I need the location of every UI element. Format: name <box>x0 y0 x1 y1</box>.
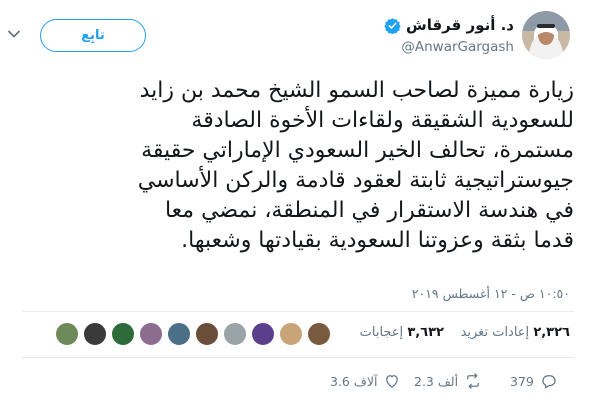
reply-icon <box>542 375 556 389</box>
liker-avatar[interactable] <box>55 322 79 346</box>
retweets-count: ٢,٣٢٦ <box>533 325 570 340</box>
likes-count: ٣,٦٣٢ <box>407 325 444 340</box>
liker-avatar[interactable] <box>307 322 331 346</box>
retweet-count: 2.3 ألف <box>414 373 459 389</box>
likes-stat[interactable]: ٣,٦٣٢ إعجابات <box>360 325 444 340</box>
author-handle[interactable]: @AnwarGargash <box>401 39 514 55</box>
tweet-line: قدما بثقة وعزوتنا السعودية بقيادتها وشعب… <box>181 228 574 253</box>
liker-avatar[interactable] <box>223 322 247 346</box>
divider <box>22 311 574 312</box>
author-display-name[interactable]: د. أنور قرقاش <box>406 16 514 34</box>
liker-avatar[interactable] <box>251 322 275 346</box>
tweet-text: زيارة مميزة لصاحب السمو الشيخ محمد بن زا… <box>22 76 574 256</box>
verified-badge-icon <box>384 17 401 34</box>
liker-avatar[interactable] <box>195 322 219 346</box>
avatar-image <box>522 11 570 59</box>
liker-avatar[interactable] <box>83 322 107 346</box>
tweet-line: في هندسة الاستقرار في المنطقة، نمضي معا <box>164 198 574 223</box>
liker-avatar[interactable] <box>279 322 303 346</box>
follow-button[interactable]: تابِع <box>40 19 146 52</box>
avatar[interactable] <box>522 11 570 59</box>
retweets-label: إعادات تغريد <box>460 325 530 340</box>
chevron-down-icon[interactable] <box>6 26 22 42</box>
tweet-line: جيوستراتيجية ثابتة لعقود قادمة والركن ال… <box>137 168 574 193</box>
divider <box>22 357 574 358</box>
author-name-row[interactable]: د. أنور قرقاش <box>384 15 514 35</box>
liker-avatar[interactable] <box>111 322 135 346</box>
tweet-line: زيارة مميزة لصاحب السمو الشيخ محمد بن زا… <box>139 78 574 103</box>
reply-action[interactable]: 379 <box>510 372 558 390</box>
reply-count: 379 <box>510 373 534 389</box>
like-action[interactable]: 3.6 آلاف <box>330 372 401 390</box>
tweet-line: مستمرة، تحالف الخير السعودي الإماراتي حق… <box>141 138 574 163</box>
heart-icon <box>386 375 399 388</box>
tweet-timestamp[interactable]: ١٠:٥٠ ص - ١٢ أغسطس ٢٠١٩ <box>412 286 570 301</box>
tweet-line: للسعودية الشقيقة ولقاءات الأخوة الصادقة <box>191 108 574 133</box>
liker-avatar[interactable] <box>167 322 191 346</box>
likes-label: إعجابات <box>359 325 404 340</box>
like-count: 3.6 آلاف <box>330 373 378 389</box>
liker-avatar[interactable] <box>139 322 163 346</box>
retweets-stat[interactable]: ٢,٣٢٦ إعادات تغريد <box>461 325 570 340</box>
retweet-icon <box>467 373 479 389</box>
retweet-action[interactable]: 2.3 ألف <box>414 372 482 390</box>
